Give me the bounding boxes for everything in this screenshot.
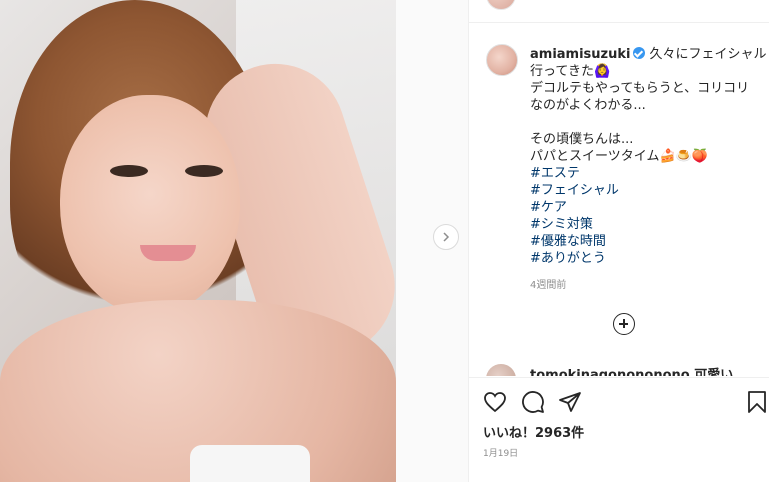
hashtag-link[interactable]: #シミ対策 xyxy=(530,216,760,233)
header-divider xyxy=(469,22,769,23)
caption-line: 行ってきた🙆‍♀️ xyxy=(530,64,611,79)
bookmark-icon xyxy=(748,391,766,413)
chevron-right-icon xyxy=(443,232,450,242)
post-photo[interactable] xyxy=(0,0,396,482)
post-sidebar: amiamisuzuki 久々にフェイシャル 行ってきた🙆‍♀️ デコルテもやって… xyxy=(468,0,769,482)
photo-right-eye xyxy=(185,165,223,177)
caption-text: amiamisuzuki 久々にフェイシャル 行ってきた🙆‍♀️ デコルテもやって… xyxy=(530,46,766,294)
caption-timestamp[interactable]: 4週間前 xyxy=(530,277,760,294)
photo-left-eye xyxy=(110,165,148,177)
caption-username[interactable]: amiamisuzuki xyxy=(530,47,630,62)
post-date[interactable]: 1月19日 xyxy=(483,446,518,459)
heart-icon xyxy=(484,392,506,413)
caption-avatar[interactable] xyxy=(486,44,518,76)
photo-towel xyxy=(190,445,310,482)
next-comment-preview: tomokinagonononono 可愛い xyxy=(486,364,766,376)
verified-badge-icon xyxy=(633,47,646,59)
comment-avatar[interactable] xyxy=(486,364,516,376)
caption-line: パパとスイーツタイム🍰🍮🍑 xyxy=(530,149,709,164)
caption-line: なのがよくわかる... xyxy=(530,98,646,113)
hashtag-link[interactable]: #エステ xyxy=(530,165,760,182)
hashtag-link[interactable]: #フェイシャル xyxy=(530,182,760,199)
likes-count[interactable]: いいね！2963件 xyxy=(483,422,584,441)
hashtag-link[interactable]: #ケア xyxy=(530,199,760,216)
caption-gap xyxy=(530,114,760,131)
comment-button[interactable] xyxy=(521,390,545,414)
hashtag-link[interactable]: #優雅な時間 xyxy=(530,233,760,250)
paper-plane-icon xyxy=(559,392,581,412)
hashtag-link[interactable]: #ありがとう xyxy=(530,250,760,267)
caption-line: 久々にフェイシャル xyxy=(649,47,767,62)
header-avatar[interactable] xyxy=(486,0,516,10)
plus-circle-icon[interactable] xyxy=(613,313,635,335)
caption-line: デコルテもやってもらうと、コリコリ xyxy=(530,81,750,96)
caption-line: その頃僕ちんは... xyxy=(530,132,634,147)
action-bar: いいね！2963件 1月19日 xyxy=(469,377,769,482)
save-button[interactable] xyxy=(745,390,769,414)
like-button[interactable] xyxy=(483,390,507,414)
next-photo-button[interactable] xyxy=(433,224,459,250)
photo-face xyxy=(60,95,240,315)
comment-icon xyxy=(522,391,544,413)
photo-lips xyxy=(140,245,196,261)
comment-snippet: tomokinagonononono 可愛い xyxy=(530,368,734,376)
share-button[interactable] xyxy=(558,390,582,414)
